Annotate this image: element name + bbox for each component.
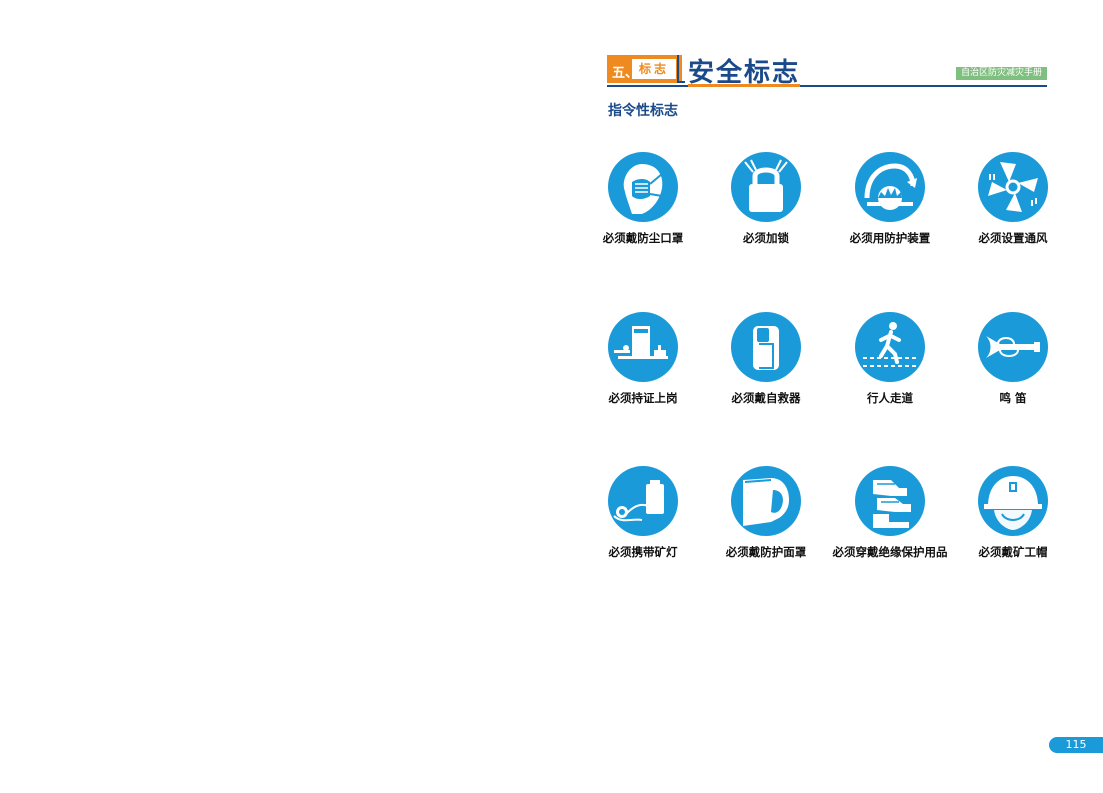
title-accent-line [688, 84, 800, 87]
sign-label: 必须设置通风 [978, 231, 1048, 245]
padlock-icon [731, 152, 801, 222]
miner-helmet-icon [978, 466, 1048, 536]
page-number: 115 [1049, 737, 1103, 753]
pedestrian-walkway-icon [855, 312, 925, 382]
sign-padlock: 必须加锁 [704, 152, 828, 246]
sign-label: 必须穿戴绝缘保护用品 [832, 545, 948, 559]
sign-label: 行人走道 [867, 391, 913, 405]
handbook-tag: 自治区防灾减灾手册 [956, 67, 1047, 80]
section-word: 标志 [631, 58, 677, 80]
page-header: 五、 标志 安全标志 自治区防灾减灾手册 [0, 0, 1103, 120]
sign-insulation: 必须穿戴绝缘保护用品 [828, 466, 952, 560]
title-underline [607, 85, 1047, 87]
sign-ventilation: 必须设置通风 [951, 152, 1075, 246]
sign-label: 必须加锁 [743, 231, 789, 245]
section-subtitle: 指令性标志 [608, 103, 678, 119]
sign-label: 必须戴自救器 [731, 391, 801, 405]
sign-label: 必须戴矿工帽 [978, 545, 1048, 559]
sign-horn: 鸣 笛 [951, 312, 1075, 406]
sign-dust-mask: 必须戴防尘口罩 [581, 152, 705, 246]
sign-label: 必须携带矿灯 [608, 545, 678, 559]
sign-face-shield: 必须戴防护面罩 [704, 466, 828, 560]
miner-lamp-icon [608, 466, 678, 536]
insulated-gloves-boots-icon [855, 466, 925, 536]
sign-certificate: 必须持证上岗 [581, 312, 705, 406]
sign-label: 必须戴防护面罩 [725, 545, 807, 559]
ventilation-fan-icon [978, 152, 1048, 222]
sign-label: 必须持证上岗 [608, 391, 678, 405]
horn-icon [978, 312, 1048, 382]
certificate-desk-icon [608, 312, 678, 382]
sign-miner-lamp: 必须携带矿灯 [581, 466, 705, 560]
saw-guard-icon [855, 152, 925, 222]
dust-mask-icon [608, 152, 678, 222]
self-rescuer-icon [731, 312, 801, 382]
sign-saw-guard: 必须用防护装置 [828, 152, 952, 246]
sign-walkway: 行人走道 [828, 312, 952, 406]
sign-miner-helmet: 必须戴矿工帽 [951, 466, 1075, 560]
sign-label: 必须戴防尘口罩 [602, 231, 684, 245]
face-shield-icon [731, 466, 801, 536]
sign-self-rescuer: 必须戴自救器 [704, 312, 828, 406]
section-bracket [677, 55, 685, 83]
sign-label: 鸣 笛 [999, 391, 1027, 405]
sign-label: 必须用防护装置 [849, 231, 931, 245]
